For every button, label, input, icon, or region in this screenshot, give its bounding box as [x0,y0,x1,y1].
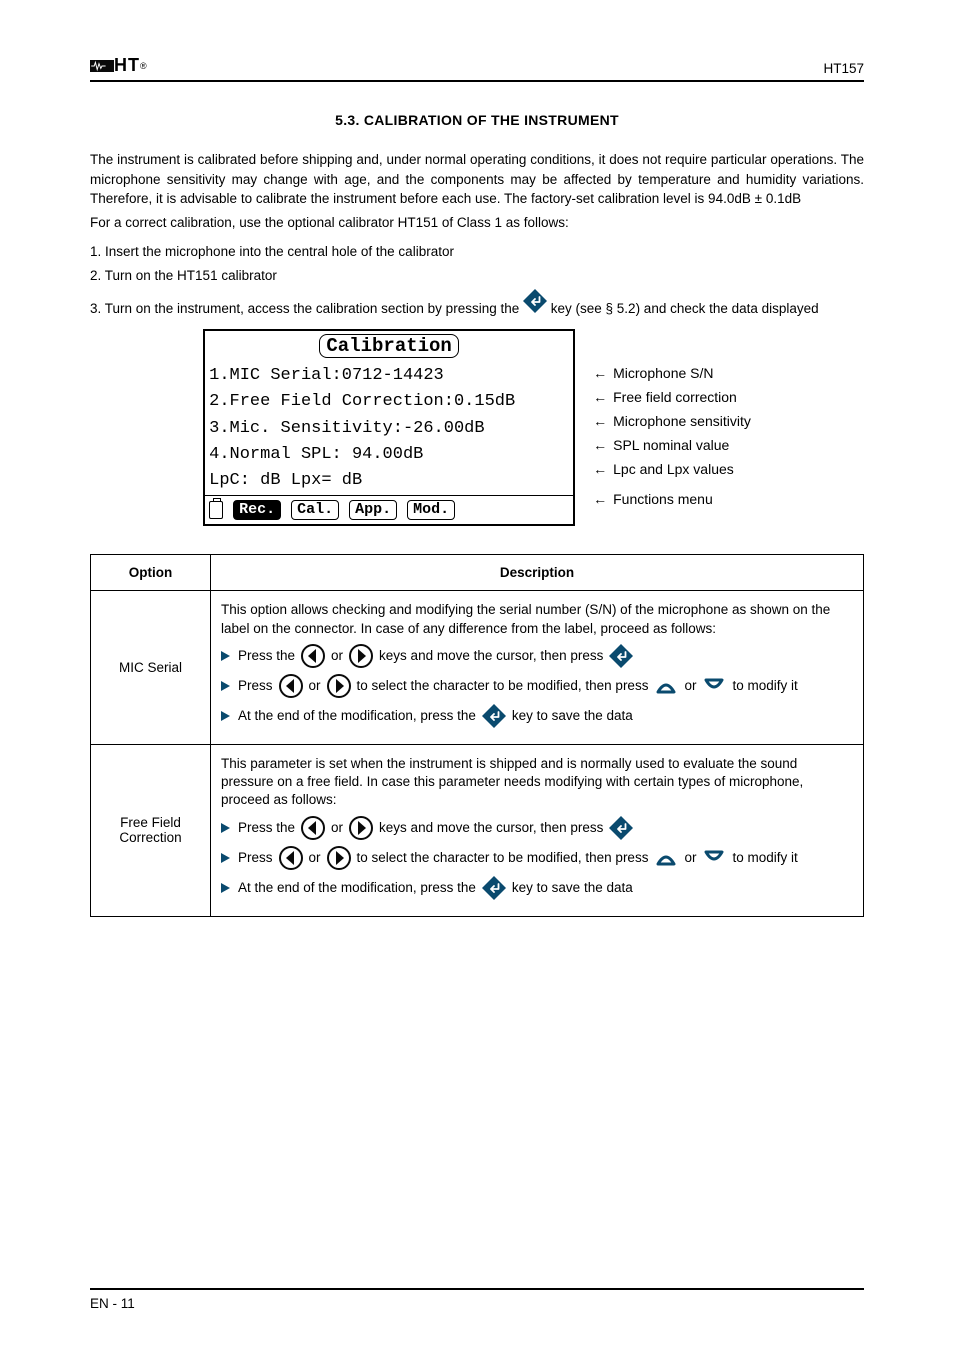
page-footer: EN - 11 [90,1288,864,1311]
intro-text: The instrument is calibrated before ship… [90,150,864,319]
intro-p1: The instrument is calibrated before ship… [90,152,864,206]
brand-text: HT [114,55,140,76]
lcd-btn-mod[interactable]: Mod. [407,500,455,521]
legend-6: Functions menu [613,491,713,507]
up-key-icon [654,846,678,870]
right-key-icon [327,674,351,698]
page-header: HT ® HT157 [90,55,864,82]
lcd-status-bar: Rec. Cal. App. Mod. [205,495,573,525]
intro-step3a: 3. Turn on the instrument, access the ca… [90,301,519,316]
row2-label: Free Field Correction [91,744,211,916]
lcd-screen: Calibration 1.MIC Serial:0712-14423 2.Fr… [203,329,575,526]
enter-key-icon [482,876,506,900]
right-key-icon [327,846,351,870]
bullet-icon [221,853,230,863]
table-row: Free Field Correction This parameter is … [91,744,864,916]
lcd-legend: ←Microphone S/N ←Free field correction ←… [593,329,751,507]
bullet-icon [221,651,230,661]
down-key-icon [702,674,726,698]
th-desc: Description [211,555,864,591]
enter-key-icon [609,816,633,840]
footer-left: EN - 11 [90,1296,135,1311]
lcd-title: Calibration [319,334,458,358]
left-key-icon [301,644,325,668]
usb-icon [209,501,223,519]
brand-wave-icon [90,60,114,72]
th-option: Option [91,555,211,591]
left-key-icon [279,674,303,698]
enter-key-icon [482,704,506,728]
enter-key-icon [609,644,633,668]
legend-4: SPL nominal value [613,437,729,453]
bullet-icon [221,681,230,691]
down-key-icon [702,846,726,870]
brand-logo: HT ® [90,55,147,76]
lcd-btn-app[interactable]: App. [349,500,397,521]
bullet-icon [221,711,230,721]
left-key-icon [279,846,303,870]
intro-p2: For a correct calibration, use the optio… [90,213,864,233]
legend-5: Lpc and Lpx values [613,461,734,477]
intro-step2: 2. Turn on the HT151 calibrator [90,266,864,286]
table-row: MIC Serial This option allows checking a… [91,591,864,744]
legend-2: Free field correction [613,389,737,405]
enter-key-icon [523,289,547,313]
up-key-icon [654,674,678,698]
right-key-icon [349,644,373,668]
lcd-line5: LpC: dB Lpx= dB [209,468,569,494]
lcd-line2: 2.Free Field Correction:0.15dB [209,389,569,415]
lcd-line1: 1.MIC Serial:0712-14423 [209,363,569,389]
bullet-icon [221,883,230,893]
legend-3: Microphone sensitivity [613,413,751,429]
legend-1: Microphone S/N [613,365,713,381]
intro-step3b: key (see § 5.2) and check the data displ… [551,301,819,316]
lcd-btn-cal[interactable]: Cal. [291,500,339,521]
lcd-line3: 3.Mic. Sensitivity:-26.00dB [209,416,569,442]
lcd-btn-rec[interactable]: Rec. [233,500,281,521]
lcd-line4: 4.Normal SPL: 94.00dB [209,442,569,468]
lcd-row: Calibration 1.MIC Serial:0712-14423 2.Fr… [90,329,864,526]
model-name: HT157 [823,61,864,76]
intro-p1-value: 0.1dB [766,191,801,206]
section-heading: 5.3. CALIBRATION OF THE INSTRUMENT [90,112,864,128]
row1-label: MIC Serial [91,591,211,744]
intro-step1: 1. Insert the microphone into the centra… [90,242,864,262]
options-table: Option Description MIC Serial This optio… [90,554,864,916]
row1-intro: This option allows checking and modifyin… [221,601,853,637]
left-key-icon [301,816,325,840]
row2-intro: This parameter is set when the instrumen… [221,755,853,810]
right-key-icon [349,816,373,840]
bullet-icon [221,823,230,833]
